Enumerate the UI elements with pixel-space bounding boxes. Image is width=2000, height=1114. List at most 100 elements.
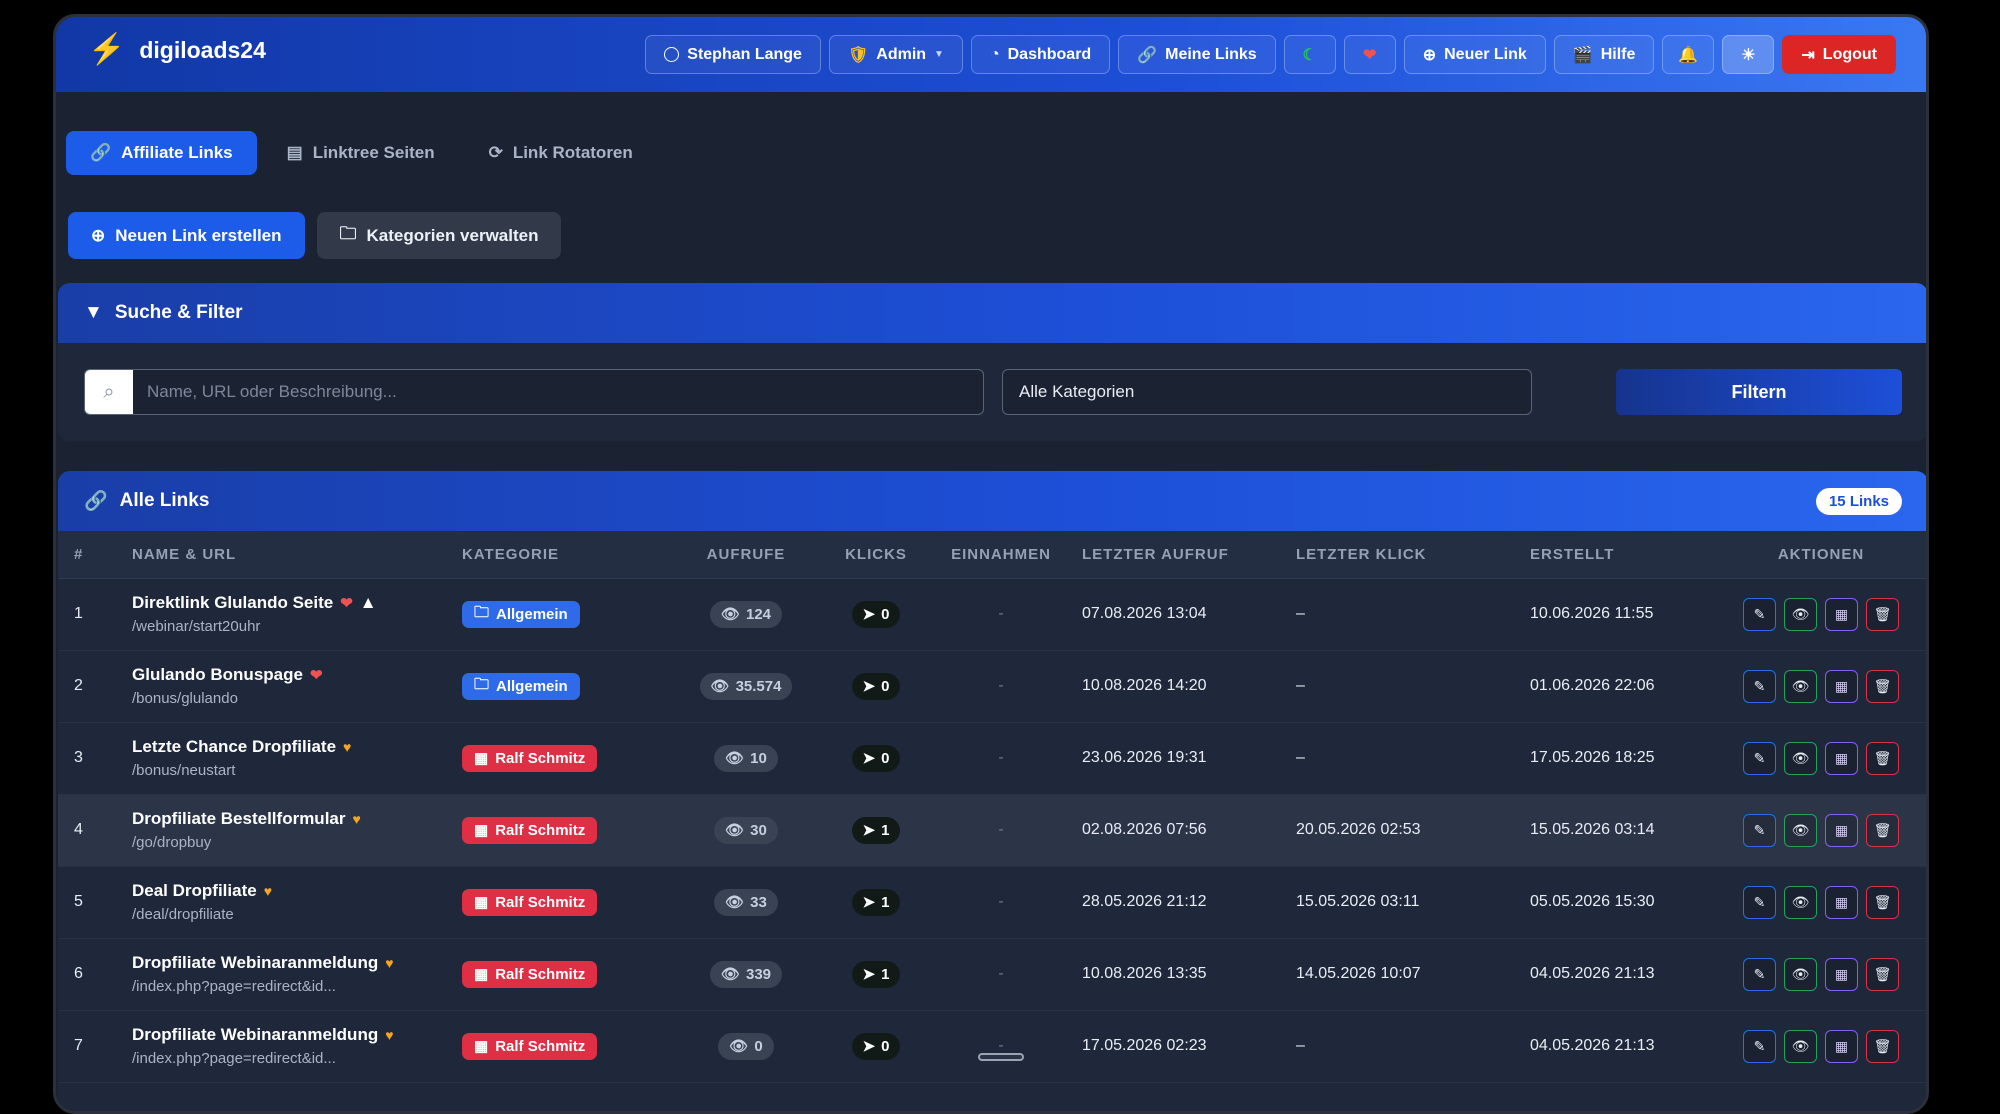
qr-code-button[interactable]: ▦ [1825, 957, 1858, 991]
edit-button[interactable]: ✎ [1743, 957, 1776, 991]
link-name[interactable]: Dropfiliate Webinaranmeldung [132, 1025, 378, 1045]
views-badge: 👁 10 [714, 744, 778, 772]
tab-link-rotators[interactable]: ⟳ Link Rotatoren [465, 131, 657, 175]
delete-button[interactable]: 🗑 [1866, 669, 1899, 703]
link-name[interactable]: Direktlink Glulando Seite [132, 593, 333, 613]
col-header[interactable]: ERSTELLT [1514, 531, 1714, 579]
admin-dropdown[interactable]: 🛡 Admin ▼ [828, 35, 963, 74]
link-url[interactable]: /go/dropbuy [132, 834, 446, 851]
navbar: ⚡ digiloads24 Stephan Lange 🛡 Admin ▼ ◔ … [56, 17, 1926, 92]
col-header[interactable]: LETZTER KLICK [1280, 531, 1514, 579]
delete-button[interactable]: 🗑 [1866, 885, 1899, 919]
create-link-button[interactable]: ⊕ Neuen Link erstellen [68, 212, 305, 259]
folder-icon: 🗀 [339, 224, 357, 243]
col-header[interactable]: KLICKS [816, 531, 936, 579]
category-cell: ▦ Ralf Schmitz [446, 794, 676, 867]
link-name[interactable]: Deal Dropfiliate [132, 881, 257, 901]
link-url[interactable]: /deal/dropfiliate [132, 906, 446, 923]
view-button[interactable]: 👁 [1784, 669, 1817, 703]
cursor-arrow-icon: ➤ [862, 822, 876, 839]
bell-icon: 🔔 [1678, 46, 1699, 64]
user-name: Stephan Lange [687, 45, 802, 63]
name-url-cell: Dropfiliate Bestellformular ♥ /go/dropbuy [116, 794, 446, 867]
star-icon: ♥ [343, 739, 352, 755]
category-label: Ralf Schmitz [495, 821, 586, 839]
edit-button[interactable]: ✎ [1743, 741, 1776, 775]
qr-code-button[interactable]: ▦ [1825, 885, 1858, 919]
favorites-button[interactable]: ❤ [1343, 35, 1396, 74]
table-row[interactable]: 2 Glulando Bonuspage ❤ /bonus/glulando 🗀 Allg… [58, 650, 1926, 723]
link-name[interactable]: Glulando Bonuspage [132, 665, 303, 685]
tab-linktree-pages[interactable]: ▤ Linktree Seiten [263, 131, 459, 175]
col-header[interactable]: AUFRUFE [676, 531, 816, 579]
row-actions: ✎ 👁 ▦ 🗑 [1743, 813, 1899, 847]
delete-button[interactable]: 🗑 [1866, 597, 1899, 631]
cursor-arrow-icon: ➤ [862, 966, 876, 983]
edit-button[interactable]: ✎ [1743, 669, 1776, 703]
link-url[interactable]: /webinar/start20uhr [132, 618, 446, 635]
qr-code-button[interactable]: ▦ [1825, 669, 1858, 703]
my-links-button[interactable]: 🔗 Meine Links [1118, 35, 1276, 74]
filter-button[interactable]: Filtern [1616, 369, 1902, 415]
edit-button[interactable]: ✎ [1743, 813, 1776, 847]
moon-button[interactable]: ☾ [1283, 35, 1336, 74]
notifications-button[interactable]: 🔔 [1662, 35, 1715, 74]
table-row[interactable]: 5 Deal Dropfiliate ♥ /deal/dropfiliate ▦ Ralf… [58, 866, 1926, 939]
col-header[interactable]: EINNAHMEN [936, 531, 1066, 579]
clicks-cell: ➤ 0 [816, 722, 936, 795]
view-button[interactable]: 👁 [1784, 741, 1817, 775]
view-button[interactable]: 👁 [1784, 885, 1817, 919]
link-url[interactable]: /index.php?page=redirect&id... [132, 978, 446, 995]
horizontal-scrollbar[interactable] [978, 1053, 1024, 1061]
help-button[interactable]: 🎬 Hilfe [1553, 35, 1655, 74]
user-button[interactable]: Stephan Lange [645, 35, 821, 74]
col-header[interactable]: KATEGORIE [446, 531, 676, 579]
link-url[interactable]: /index.php?page=redirect&id... [132, 1050, 446, 1067]
view-button[interactable]: 👁 [1784, 597, 1817, 631]
edit-button[interactable]: ✎ [1743, 1029, 1776, 1063]
row-number: 1 [58, 578, 116, 651]
table-row[interactable]: 6 Dropfiliate Webinaranmeldung ♥ /index.php… [58, 938, 1926, 1011]
col-header[interactable]: LETZTER AUFRUF [1066, 531, 1280, 579]
dashboard-button[interactable]: ◔ Dashboard [970, 35, 1111, 74]
qr-code-button[interactable]: ▦ [1825, 597, 1858, 631]
qr-code-button[interactable]: ▦ [1825, 741, 1858, 775]
table-row[interactable]: 4 Dropfiliate Bestellformular ♥ /go/dropbuy… [58, 794, 1926, 867]
category-badge: 🗀 Allgemein [462, 600, 580, 628]
new-link-button[interactable]: ⊕ Neuer Link [1403, 35, 1546, 74]
link-name[interactable]: Dropfiliate Bestellformular [132, 809, 346, 829]
theme-toggle-button[interactable]: ☀ [1722, 35, 1775, 74]
brand[interactable]: ⚡ digiloads24 [88, 35, 266, 65]
link-url[interactable]: /bonus/neustart [132, 762, 446, 779]
delete-button[interactable]: 🗑 [1866, 1029, 1899, 1063]
table-row[interactable]: 7 Dropfiliate Webinaranmeldung ♥ /index.php… [58, 1010, 1926, 1083]
view-button[interactable]: 👁 [1784, 957, 1817, 991]
tab-label: Linktree Seiten [312, 143, 435, 162]
edit-button[interactable]: ✎ [1743, 597, 1776, 631]
eye-icon: 👁 [1791, 677, 1810, 694]
link-name-row: Letzte Chance Dropfiliate ♥ [132, 737, 446, 757]
clicks-value: 1 [881, 821, 890, 839]
category-select[interactable]: Alle Kategorien [1002, 369, 1532, 415]
delete-button[interactable]: 🗑 [1866, 957, 1899, 991]
manage-categories-label: Kategorien verwalten [366, 225, 539, 245]
col-header[interactable]: NAME & URL [116, 531, 446, 579]
search-input[interactable] [133, 370, 983, 414]
table-row[interactable]: 3 Letzte Chance Dropfiliate ♥ /bonus/neusta… [58, 722, 1926, 795]
view-button[interactable]: 👁 [1784, 1029, 1817, 1063]
created-value: 05.05.2026 15:30 [1514, 866, 1714, 939]
logout-button[interactable]: ⇥ Logout [1782, 35, 1896, 74]
link-name[interactable]: Dropfiliate Webinaranmeldung [132, 953, 378, 973]
link-url[interactable]: /bonus/glulando [132, 690, 446, 707]
qr-code-button[interactable]: ▦ [1825, 1029, 1858, 1063]
qr-code-button[interactable]: ▦ [1825, 813, 1858, 847]
edit-button[interactable]: ✎ [1743, 885, 1776, 919]
link-name[interactable]: Letzte Chance Dropfiliate [132, 737, 336, 757]
delete-button[interactable]: 🗑 [1866, 813, 1899, 847]
manage-categories-button[interactable]: 🗀 Kategorien verwalten [316, 212, 562, 259]
tab-affiliate-links[interactable]: 🔗 Affiliate Links [66, 131, 257, 175]
delete-button[interactable]: 🗑 [1866, 741, 1899, 775]
table-row[interactable]: 1 Direktlink Glulando Seite ❤ ▲ /webinar/sta… [58, 578, 1926, 651]
view-button[interactable]: 👁 [1784, 813, 1817, 847]
star-icon: ♥ [385, 955, 394, 971]
